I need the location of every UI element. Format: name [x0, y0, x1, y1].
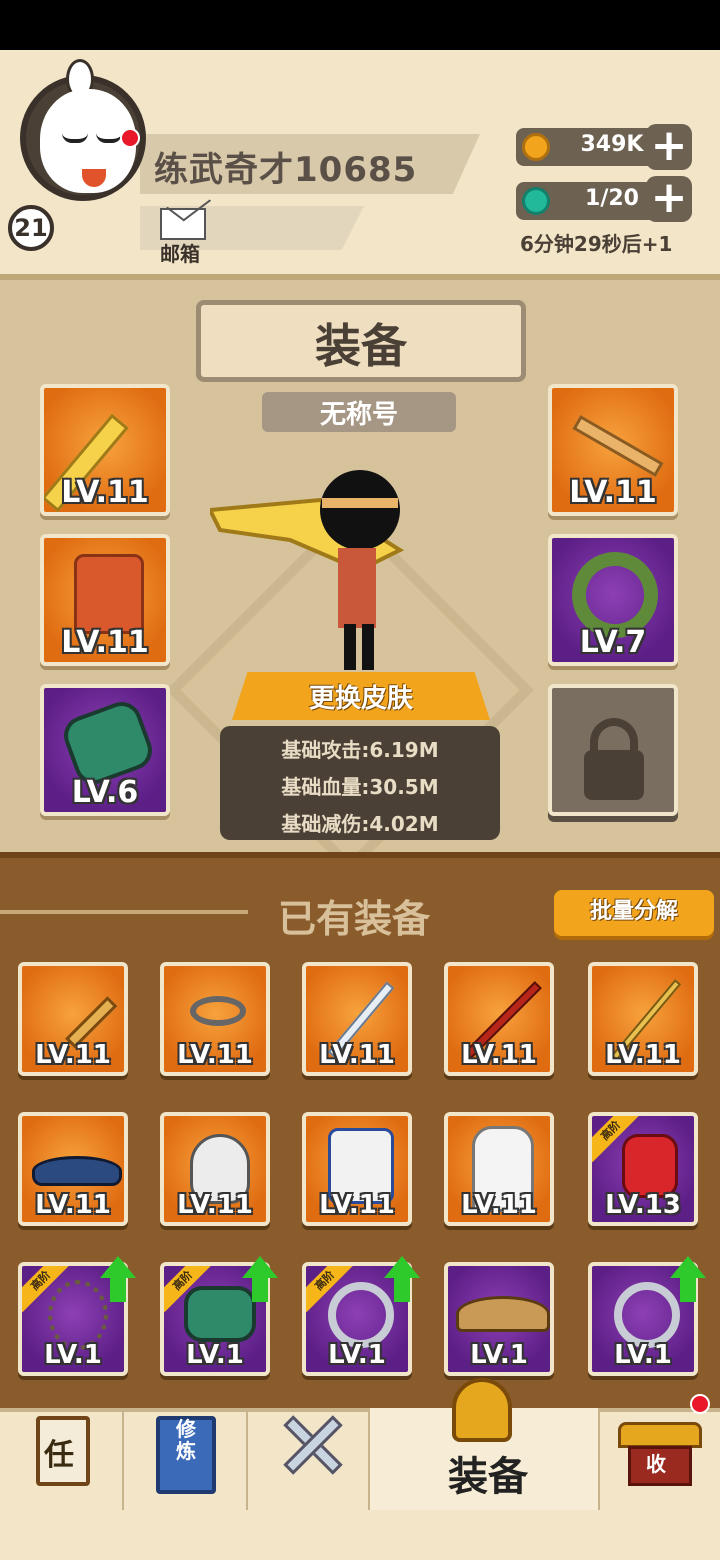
hero-headband [322, 498, 398, 508]
item-level: LV.11 [35, 1190, 111, 1220]
stamina-timer: 6分钟29秒后+1 [520, 232, 673, 256]
upgrade-arrow-icon [670, 1256, 706, 1302]
arrow-stem [110, 1276, 126, 1302]
hero-leg-right [362, 624, 374, 670]
arrow-stem [394, 1276, 410, 1302]
batch-dismantle-button[interactable]: 批量分解 [554, 890, 714, 936]
shop-roof-icon [618, 1422, 702, 1448]
gauntlet-icon [622, 1134, 678, 1198]
inventory-item[interactable]: LV.11 [588, 962, 698, 1076]
upgrade-arrow-icon [242, 1256, 278, 1302]
item-level: LV.1 [470, 1340, 528, 1370]
equip-slot-locked[interactable] [548, 684, 678, 816]
item-level: LV.11 [35, 1040, 111, 1070]
change-skin-button[interactable]: 更换皮肤 [232, 678, 490, 715]
inventory-item[interactable]: LV.11 [160, 962, 270, 1076]
stat-damage-reduction: 基础减伤:4.02M [281, 812, 439, 836]
arrow-head [384, 1256, 420, 1278]
inventory-item[interactable]: LV.11 [444, 962, 554, 1076]
item-level: LV.11 [461, 1190, 537, 1220]
item-level: LV.1 [44, 1340, 102, 1370]
straw-hat-icon [456, 1296, 550, 1332]
armor-icon [74, 554, 144, 634]
equip-slot-ring[interactable]: LV.7 [548, 534, 678, 666]
nav-shop[interactable]: 收 [600, 1408, 720, 1510]
cultivate-glyph: 修炼 [176, 1417, 196, 1463]
owned-title: 已有装备 [278, 897, 431, 941]
item-level: LV.1 [614, 1340, 672, 1370]
slot-level: LV.11 [61, 625, 149, 660]
slot-level: LV.11 [61, 475, 149, 510]
slot-level: LV.11 [569, 475, 657, 510]
arrow-head [100, 1256, 136, 1278]
item-level: LV.1 [186, 1340, 244, 1370]
upgrade-arrow-icon [384, 1256, 420, 1302]
item-level: LV.11 [319, 1190, 395, 1220]
item-level: LV.11 [319, 1040, 395, 1070]
arrow-head [242, 1256, 278, 1278]
hat-icon [32, 1156, 122, 1186]
hero-character [210, 470, 405, 670]
arrow-head [670, 1256, 706, 1278]
nav-cultivate[interactable]: 修炼 [124, 1408, 248, 1510]
gem-icon [522, 187, 550, 215]
item-level: LV.13 [605, 1190, 681, 1220]
nav-task[interactable]: 任 [0, 1408, 124, 1510]
padlock-icon [584, 750, 644, 800]
equip-slot-bracer[interactable]: LV.6 [40, 684, 170, 816]
status-bar [0, 0, 720, 50]
add-coins-button[interactable]: + [646, 124, 692, 170]
mail-label[interactable]: 邮箱 [160, 238, 200, 267]
add-stamina-button[interactable]: + [646, 176, 692, 222]
slot-level: LV.7 [579, 625, 647, 660]
hairpin-icon [572, 415, 664, 477]
item-level: LV.11 [461, 1040, 537, 1070]
hero-leg-left [344, 624, 356, 670]
equip-slot-hairpin[interactable]: LV.11 [548, 384, 678, 516]
task-glyph: 任 [44, 1438, 74, 1473]
inventory-item[interactable]: LV.11 [302, 1112, 412, 1226]
player-name: 练武奇才10685 [154, 150, 418, 190]
inventory-item[interactable]: LV.11 [18, 1112, 128, 1226]
item-level: LV.11 [177, 1040, 253, 1070]
panel-title: 装备 [315, 319, 407, 373]
item-level: LV.11 [177, 1190, 253, 1220]
nav-equipment-label[interactable]: 装备 [448, 1444, 528, 1502]
level-badge: 21 [8, 205, 54, 251]
system-bar [0, 1510, 720, 1560]
inventory-item[interactable]: LV.11 [160, 1112, 270, 1226]
inventory-item[interactable]: 高阶 LV.13 [588, 1112, 698, 1226]
slot-level: LV.6 [71, 775, 139, 810]
nav-battle[interactable] [248, 1408, 370, 1510]
hero-head [320, 470, 400, 550]
inventory-item[interactable]: LV.11 [444, 1112, 554, 1226]
inventory-item[interactable]: LV.11 [302, 962, 412, 1076]
helmet-icon [452, 1378, 512, 1442]
divider [0, 910, 248, 914]
stat-hp: 基础血量:30.5M [281, 775, 439, 799]
inventory-item[interactable]: LV.11 [18, 962, 128, 1076]
scissors-icon [190, 996, 246, 1026]
arrow-stem [252, 1276, 268, 1302]
shop-glyph: 收 [646, 1452, 666, 1476]
item-level: LV.11 [605, 1040, 681, 1070]
equip-slot-weapon[interactable]: LV.11 [40, 384, 170, 516]
equip-slot-armor[interactable]: LV.11 [40, 534, 170, 666]
upgrade-arrow-icon [100, 1256, 136, 1302]
player-title: 无称号 [319, 400, 398, 430]
item-level: LV.1 [328, 1340, 386, 1370]
mail-icon[interactable] [160, 208, 206, 240]
inventory-item[interactable]: LV.1 [444, 1262, 554, 1376]
hero-body [338, 548, 376, 628]
arrow-stem [680, 1276, 696, 1302]
stat-attack: 基础攻击:6.19M [281, 738, 439, 762]
avatar-notification-dot [120, 128, 140, 148]
coin-icon [522, 133, 550, 161]
shop-notification-dot [690, 1394, 710, 1414]
